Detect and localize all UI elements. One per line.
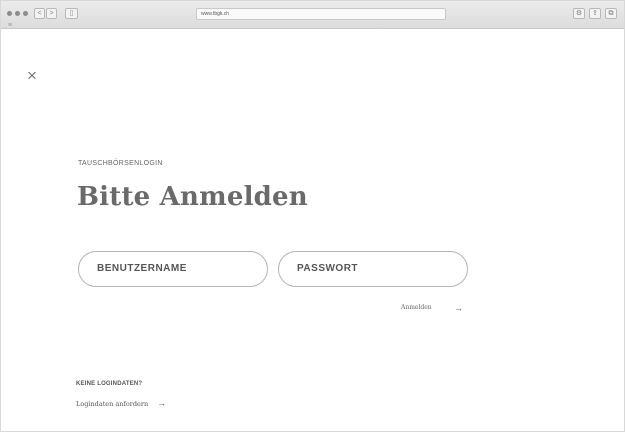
- sidebar-toggle-icon[interactable]: ▯: [65, 8, 78, 19]
- minimize-window-dot[interactable]: [15, 11, 20, 16]
- close-icon[interactable]: ×: [27, 67, 37, 84]
- maximize-window-dot[interactable]: [23, 11, 28, 16]
- share-icon[interactable]: ⇪: [589, 8, 601, 19]
- username-placeholder: BENUTZERNAME: [97, 263, 187, 274]
- page-title: Bitte Anmelden: [77, 182, 308, 212]
- tabs-icon[interactable]: ⧉: [605, 8, 617, 19]
- close-window-dot[interactable]: [7, 11, 12, 16]
- browser-window: < > ▯ www.tbgk.ch ⚙ ⇪ ⧉ ≡ × TAUSCHBÖRSEN…: [0, 0, 625, 432]
- address-bar[interactable]: www.tbgk.ch: [196, 8, 446, 20]
- back-button[interactable]: <: [34, 8, 45, 19]
- no-login-heading: KEINE LOGINDATEN?: [76, 381, 143, 387]
- password-field[interactable]: PASSWORT: [278, 251, 468, 287]
- forward-button[interactable]: >: [46, 8, 57, 19]
- username-field[interactable]: BENUTZERNAME: [78, 251, 268, 287]
- password-placeholder: PASSWORT: [297, 263, 359, 274]
- menu-icon[interactable]: ≡: [8, 22, 12, 29]
- request-login-link[interactable]: Logindaten anfordern: [76, 400, 148, 408]
- browser-toolbar: < > ▯ www.tbgk.ch ⚙ ⇪ ⧉ ≡: [1, 1, 624, 29]
- arrow-right-icon[interactable]: →: [157, 398, 166, 408]
- page-eyebrow: TAUSCHBÖRSENLOGIN: [78, 160, 163, 167]
- settings-icon[interactable]: ⚙: [573, 8, 585, 19]
- address-text: www.tbgk.ch: [201, 11, 230, 17]
- login-button[interactable]: Anmelden: [401, 304, 432, 311]
- arrow-right-icon[interactable]: →: [454, 303, 463, 313]
